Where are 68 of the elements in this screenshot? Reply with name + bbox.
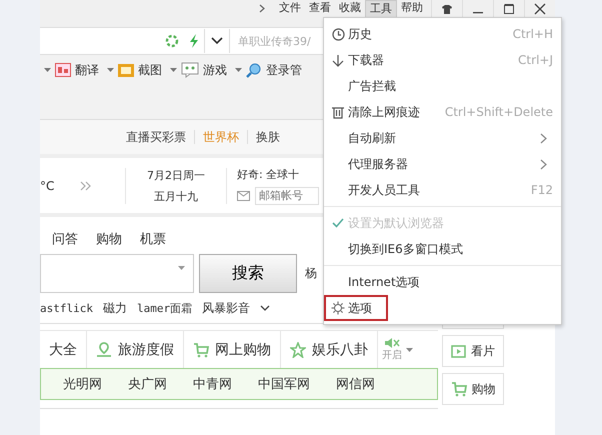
caret-icon[interactable] <box>107 68 114 72</box>
translate-icon <box>55 63 71 77</box>
news-text[interactable]: 好奇: 全球十 <box>237 166 319 182</box>
star-icon <box>290 342 306 358</box>
speaker-muted-icon <box>384 338 400 348</box>
hot-word-link[interactable]: 磁力 <box>102 300 127 316</box>
play-icon <box>451 344 466 358</box>
trash-icon <box>332 106 344 118</box>
menu-item[interactable]: 帮助 <box>397 0 427 17</box>
search-input[interactable] <box>40 254 194 293</box>
site-link[interactable]: 网信网 <box>336 375 375 393</box>
toolbar-button[interactable]: 登录管 <box>246 62 302 78</box>
search-tab[interactable]: 机票 <box>140 230 166 248</box>
hot-word-link[interactable]: astflick <box>40 302 93 314</box>
menu-item[interactable]: 下载器 Ctrl+J <box>324 47 561 73</box>
toolbar-button[interactable]: 游戏 <box>181 62 227 78</box>
menu-item[interactable]: 查看 <box>305 0 335 17</box>
caret-icon[interactable] <box>44 68 51 72</box>
cart-icon <box>193 342 209 358</box>
side-button[interactable]: 购物 <box>442 373 504 405</box>
refresh-icon[interactable] <box>165 34 179 48</box>
magnifier-icon <box>246 62 262 78</box>
menu-item[interactable]: 工具 <box>365 0 397 17</box>
menu-item[interactable]: 文件 <box>275 0 305 17</box>
dropdown-icon[interactable] <box>204 29 230 53</box>
menu-item[interactable]: 选项 <box>324 295 388 321</box>
menu-item[interactable]: Internet选项 <box>324 269 561 295</box>
search-tab[interactable]: 问答 <box>52 230 78 248</box>
email-field[interactable]: 邮箱帐号 <box>255 186 319 204</box>
pin-icon <box>96 342 112 358</box>
menu-item[interactable]: 自动刷新 <box>324 125 561 151</box>
gear-icon <box>331 301 345 315</box>
hot-word-link[interactable]: lamer面霜 <box>136 300 192 316</box>
site-link[interactable]: 光明网 <box>63 375 102 393</box>
menu-item[interactable]: 开发人员工具 F12 <box>324 177 561 203</box>
menu-item[interactable]: 切换到IE6多窗口模式 <box>324 236 561 262</box>
menu-item[interactable]: 广告拦截 <box>324 73 561 99</box>
chevron-icon[interactable] <box>259 4 265 13</box>
hot-search-text[interactable]: 杨 <box>305 265 317 282</box>
menu-item[interactable]: 代理服务器 <box>324 151 561 177</box>
menu-item[interactable]: 收藏 <box>335 0 365 17</box>
caret-icon[interactable] <box>170 68 177 72</box>
search-button[interactable]: 搜索 <box>199 254 297 293</box>
toolbar-button[interactable]: 翻译 <box>55 62 99 78</box>
side-button[interactable]: 看片 <box>442 335 504 367</box>
mail-icon <box>237 190 250 200</box>
chevron-down-icon[interactable] <box>260 304 270 312</box>
menu-item[interactable]: 历史 Ctrl+H <box>324 21 561 47</box>
down-arrow-icon <box>332 54 344 66</box>
toolbar-button[interactable]: 截图 <box>118 62 162 78</box>
site-link[interactable]: 中青网 <box>193 375 232 393</box>
nav-link[interactable]: 换肤 <box>256 128 280 146</box>
nav-link[interactable]: 直播买彩票 <box>126 128 186 146</box>
site-link[interactable]: 央广网 <box>128 375 167 393</box>
caret-icon[interactable] <box>235 68 242 72</box>
lightning-icon[interactable] <box>189 34 199 48</box>
clock-icon <box>332 28 344 40</box>
temperature-text: °C <box>40 178 56 192</box>
caret-icon[interactable] <box>406 348 413 352</box>
search-tab[interactable]: 购物 <box>96 230 122 248</box>
hot-word-link[interactable]: 风暴影音 <box>202 300 250 316</box>
caret-icon[interactable] <box>178 266 185 270</box>
cart-icon <box>450 381 466 397</box>
menu-item[interactable]: 清除上网痕迹 Ctrl+Shift+Delete <box>324 99 561 125</box>
expand-icon[interactable] <box>80 181 92 191</box>
date-text: 7月2日周一 <box>147 168 205 182</box>
site-link[interactable]: 中国军网 <box>258 375 310 393</box>
lunar-date-text: 五月十九 <box>154 188 198 204</box>
